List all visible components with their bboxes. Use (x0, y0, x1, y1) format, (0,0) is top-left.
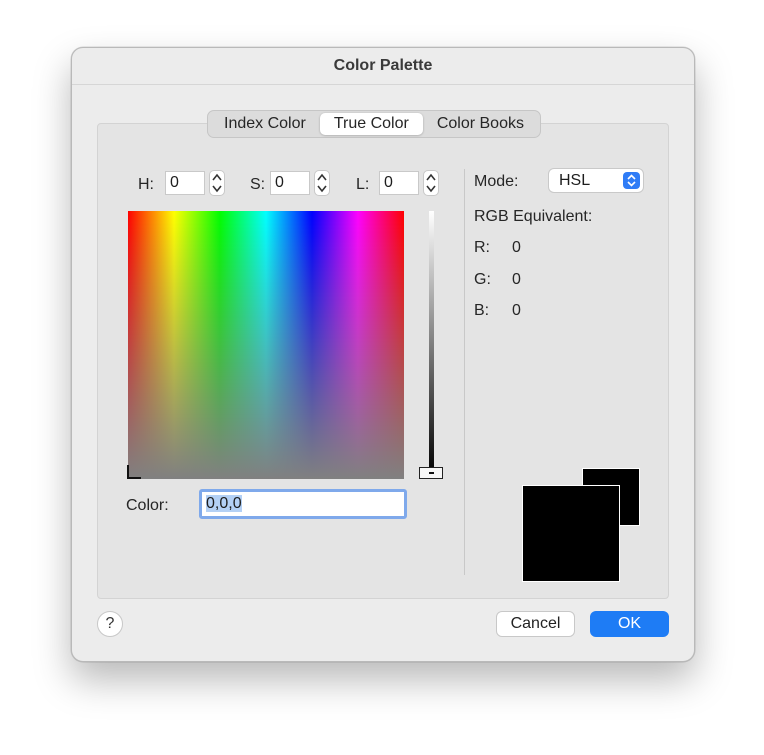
luminance-stepper[interactable] (423, 170, 439, 196)
l-label: L: (356, 176, 370, 193)
new-color-swatch (522, 485, 620, 582)
r-label: R: (474, 239, 490, 256)
tab-bar: Index Color True Color Color Books (207, 110, 541, 138)
hue-stepper[interactable] (209, 170, 225, 196)
color-value-text: 0,0,0 (206, 495, 242, 512)
hue-saturation-picker[interactable] (128, 211, 404, 479)
mode-label: Mode: (474, 173, 519, 190)
s-label: S: (250, 176, 266, 193)
picker-crosshair[interactable] (127, 465, 141, 479)
mode-select[interactable]: HSL (548, 168, 644, 193)
tab-color-books[interactable]: Color Books (423, 113, 538, 135)
luminance-slider-track[interactable] (429, 211, 434, 475)
panel-divider (464, 169, 465, 575)
color-value-input[interactable]: 0,0,0 (199, 489, 407, 519)
r-value: 0 (512, 239, 521, 256)
luminance-slider-handle[interactable] (419, 467, 443, 479)
g-value: 0 (512, 271, 521, 288)
b-value: 0 (512, 302, 521, 319)
h-label: H: (138, 176, 154, 193)
tab-index-color[interactable]: Index Color (210, 113, 320, 135)
saturation-stepper[interactable] (314, 170, 330, 196)
hue-input[interactable]: 0 (165, 171, 205, 195)
true-color-panel: H: 0 S: 0 L: 0 Color: 0,0,0 Mode: HSL RG… (97, 123, 669, 599)
select-arrows-icon (623, 172, 640, 189)
mode-select-value: HSL (559, 172, 591, 189)
saturation-input[interactable]: 0 (270, 171, 310, 195)
help-button[interactable]: ? (97, 611, 123, 637)
tab-true-color[interactable]: True Color (319, 113, 423, 135)
cancel-button[interactable]: Cancel (496, 611, 575, 637)
ok-button[interactable]: OK (590, 611, 669, 637)
dialog-title: Color Palette (72, 48, 694, 85)
g-label: G: (474, 271, 491, 288)
stepper-arrows-icon (317, 173, 327, 193)
color-label: Color: (126, 497, 169, 514)
rgb-equivalent-title: RGB Equivalent: (474, 208, 593, 225)
stepper-arrows-icon (426, 173, 436, 193)
color-palette-dialog: Color Palette H: 0 S: 0 L: 0 Color: 0,0,… (71, 47, 695, 662)
b-label: B: (474, 302, 490, 319)
luminance-input[interactable]: 0 (379, 171, 419, 195)
stepper-arrows-icon (212, 173, 222, 193)
